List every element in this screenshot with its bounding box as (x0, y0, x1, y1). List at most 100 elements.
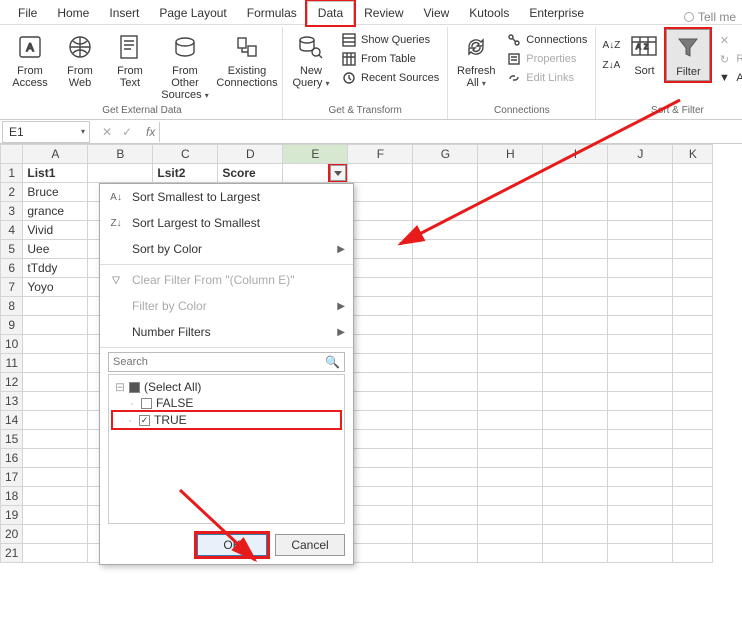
filter-button[interactable]: Filter (666, 29, 710, 81)
cell-H19[interactable] (478, 506, 543, 525)
cell-F9[interactable] (348, 316, 413, 335)
cell-F12[interactable] (348, 373, 413, 392)
cell-H7[interactable] (478, 278, 543, 297)
from-other-sources-button[interactable]: From Other Sources ▾ (156, 29, 214, 103)
cell-G12[interactable] (413, 373, 478, 392)
cell-I13[interactable] (543, 392, 608, 411)
cell-H8[interactable] (478, 297, 543, 316)
col-header-G[interactable]: G (413, 145, 478, 164)
cell-G13[interactable] (413, 392, 478, 411)
menu-enterprise[interactable]: Enterprise (519, 2, 594, 24)
filter-value-false[interactable]: ·FALSE (115, 395, 338, 411)
cell-A18[interactable] (23, 487, 88, 506)
filter-values-list[interactable]: ⊟(Select All) ·FALSE ·✓TRUE (108, 374, 345, 524)
col-header-A[interactable]: A (23, 145, 88, 164)
cell-A20[interactable] (23, 525, 88, 544)
cell-A11[interactable] (23, 354, 88, 373)
name-box[interactable]: E1 ▾ (2, 121, 90, 143)
row-header-13[interactable]: 13 (1, 392, 23, 411)
cell-F6[interactable] (348, 259, 413, 278)
cell-I21[interactable] (543, 544, 608, 563)
cell-F8[interactable] (348, 297, 413, 316)
cell-H1[interactable] (478, 164, 543, 183)
cell-F3[interactable] (348, 202, 413, 221)
cell-K19[interactable] (673, 506, 713, 525)
cell-H14[interactable] (478, 411, 543, 430)
cell-C1[interactable]: Lsit2 (153, 164, 218, 183)
cell-G15[interactable] (413, 430, 478, 449)
cell-A21[interactable] (23, 544, 88, 563)
row-header-7[interactable]: 7 (1, 278, 23, 297)
cell-I11[interactable] (543, 354, 608, 373)
row-header-8[interactable]: 8 (1, 297, 23, 316)
cell-K2[interactable] (673, 183, 713, 202)
filter-select-all[interactable]: ⊟(Select All) (115, 379, 338, 395)
sort-button[interactable]: AZ Sort (624, 29, 664, 79)
row-header-15[interactable]: 15 (1, 430, 23, 449)
row-header-21[interactable]: 21 (1, 544, 23, 563)
cell-K10[interactable] (673, 335, 713, 354)
sort-desc-button[interactable]: Z↓A (600, 55, 622, 75)
cell-H4[interactable] (478, 221, 543, 240)
cell-H2[interactable] (478, 183, 543, 202)
row-header-6[interactable]: 6 (1, 259, 23, 278)
row-header-14[interactable]: 14 (1, 411, 23, 430)
filter-dropdown-button[interactable] (330, 165, 346, 181)
fx-icon[interactable]: fx (142, 125, 159, 139)
cell-J12[interactable] (608, 373, 673, 392)
cell-I2[interactable] (543, 183, 608, 202)
cell-I16[interactable] (543, 449, 608, 468)
row-header-18[interactable]: 18 (1, 487, 23, 506)
cell-F17[interactable] (348, 468, 413, 487)
cell-A7[interactable]: Yoyo (23, 278, 88, 297)
cell-B1[interactable] (88, 164, 153, 183)
cell-H10[interactable] (478, 335, 543, 354)
cell-H5[interactable] (478, 240, 543, 259)
cell-F21[interactable] (348, 544, 413, 563)
cell-F20[interactable] (348, 525, 413, 544)
cell-I7[interactable] (543, 278, 608, 297)
cell-J16[interactable] (608, 449, 673, 468)
cell-J17[interactable] (608, 468, 673, 487)
cell-E1[interactable] (283, 164, 348, 183)
cell-A1[interactable]: List1 (23, 164, 88, 183)
menu-review[interactable]: Review (354, 2, 413, 24)
show-queries-button[interactable]: Show Queries (337, 31, 443, 49)
cell-G20[interactable] (413, 525, 478, 544)
menu-formulas[interactable]: Formulas (237, 2, 307, 24)
cell-H16[interactable] (478, 449, 543, 468)
cell-K11[interactable] (673, 354, 713, 373)
cell-G9[interactable] (413, 316, 478, 335)
cell-I1[interactable] (543, 164, 608, 183)
cell-J11[interactable] (608, 354, 673, 373)
cell-F16[interactable] (348, 449, 413, 468)
col-header-J[interactable]: J (608, 145, 673, 164)
cell-J15[interactable] (608, 430, 673, 449)
cell-A15[interactable] (23, 430, 88, 449)
row-header-5[interactable]: 5 (1, 240, 23, 259)
cell-J10[interactable] (608, 335, 673, 354)
cell-F5[interactable] (348, 240, 413, 259)
cell-I3[interactable] (543, 202, 608, 221)
cell-A14[interactable] (23, 411, 88, 430)
cell-H3[interactable] (478, 202, 543, 221)
cell-I9[interactable] (543, 316, 608, 335)
cell-G8[interactable] (413, 297, 478, 316)
menu-data[interactable]: Data (307, 1, 354, 25)
cell-H6[interactable] (478, 259, 543, 278)
refresh-all-button[interactable]: Refresh All ▾ (452, 29, 500, 91)
cell-K16[interactable] (673, 449, 713, 468)
row-header-19[interactable]: 19 (1, 506, 23, 525)
cell-K18[interactable] (673, 487, 713, 506)
filter-search-box[interactable]: 🔍 (108, 352, 345, 372)
cell-K6[interactable] (673, 259, 713, 278)
cell-J19[interactable] (608, 506, 673, 525)
row-header-11[interactable]: 11 (1, 354, 23, 373)
cell-G7[interactable] (413, 278, 478, 297)
cell-K7[interactable] (673, 278, 713, 297)
row-header-17[interactable]: 17 (1, 468, 23, 487)
row-header-2[interactable]: 2 (1, 183, 23, 202)
cell-G6[interactable] (413, 259, 478, 278)
formula-bar[interactable] (159, 122, 742, 142)
cell-I18[interactable] (543, 487, 608, 506)
